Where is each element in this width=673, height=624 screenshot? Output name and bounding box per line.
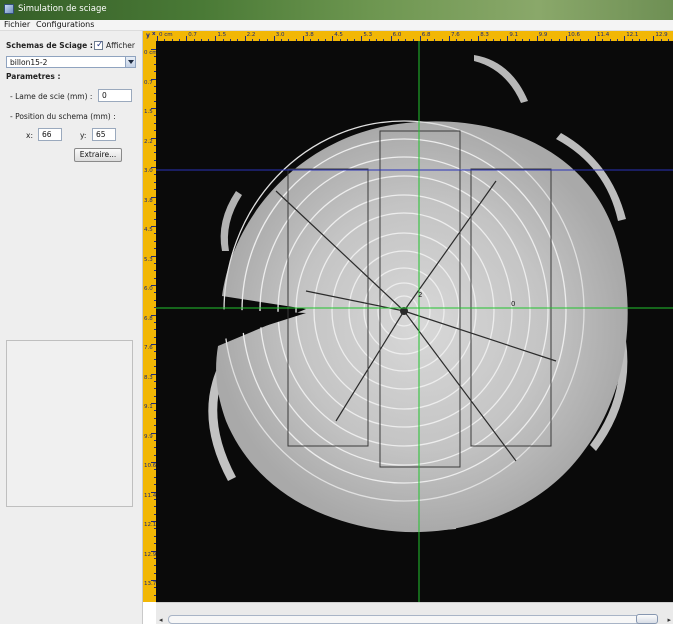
ruler-left-label: 7.6 — [144, 345, 153, 351]
preview-box — [6, 340, 133, 507]
y-value: 65 — [96, 130, 106, 139]
chevron-down-icon[interactable] — [125, 57, 135, 67]
ruler-corner: y x — [143, 31, 156, 41]
ruler-left-label: 3.0 — [144, 168, 153, 174]
ruler-left-label: 9.1 — [144, 404, 153, 410]
ruler-left-label: 8.3 — [144, 374, 153, 381]
center-mark-label: 2 — [418, 291, 422, 299]
ruler-top-label: 11.4 — [597, 32, 610, 38]
corner-x-label: x — [152, 31, 156, 37]
corner-y-label: y — [146, 32, 150, 39]
extract-button-label: Extraire... — [79, 150, 117, 159]
ruler-top-label: 2.2 — [246, 32, 256, 38]
position-label: - Position du schema (mm) : — [10, 112, 116, 121]
ruler-top-label: 3.8 — [305, 32, 314, 38]
check-icon: ✓ — [96, 40, 104, 50]
schemas-label: Schemas de Sciage : — [6, 41, 93, 50]
title-bar: Simulation de sciage — [0, 0, 673, 20]
ruler-left-label: 12.1 — [144, 522, 157, 528]
log-image-canvas[interactable]: 2 0 — [156, 41, 673, 602]
lame-label: - Lame de scie (mm) : — [10, 92, 93, 101]
ruler-left-label: 13.7 — [144, 581, 157, 587]
schema-select[interactable]: billon15-2 — [6, 56, 136, 68]
menu-fichier[interactable]: Fichier — [4, 20, 30, 29]
left-panel: Schemas de Sciage : ✓ Afficher billon15-… — [0, 31, 143, 624]
ruler-top-label: 7.6 — [451, 32, 460, 38]
menu-bar: Fichier Configurations — [0, 20, 673, 31]
ruler-top-label: 8.3 — [480, 32, 489, 38]
board-mark-label: 0 — [511, 300, 515, 308]
ruler-left-label: 10.6 — [144, 463, 157, 469]
window-title: Simulation de sciage — [18, 4, 107, 14]
arrow-right-icon[interactable]: ▸ — [667, 616, 671, 624]
ruler-top-label: 9.1 — [509, 32, 519, 38]
ruler-left-label: 12.9 — [144, 551, 157, 558]
afficher-checkbox[interactable]: ✓ — [94, 40, 104, 50]
y-input[interactable]: 65 — [92, 128, 116, 141]
ruler-top-label: 6.8 — [421, 32, 431, 38]
app-icon — [4, 4, 14, 14]
ruler-top-label: 4.5 — [334, 32, 343, 38]
menu-configurations[interactable]: Configurations — [36, 20, 94, 29]
arrow-left-icon[interactable]: ◂ — [159, 616, 163, 624]
ruler-top-label: 3.0 — [275, 32, 285, 38]
y-label: y: — [80, 131, 87, 140]
ruler-top-label: 9.9 — [538, 32, 548, 38]
ruler-left-label: 4.5 — [144, 227, 153, 233]
scroll-thumb[interactable] — [636, 614, 658, 624]
extract-button[interactable]: Extraire... — [74, 148, 122, 162]
x-input[interactable]: 66 — [38, 128, 62, 141]
lame-input[interactable]: 0 — [98, 89, 132, 102]
lame-value: 0 — [102, 91, 107, 100]
ruler-left-label: 1.5 — [144, 109, 153, 115]
ruler-left-label: 11.4 — [144, 492, 157, 499]
x-label: x: — [26, 131, 33, 140]
schema-select-value: billon15-2 — [10, 58, 48, 67]
log-cross-section: 2 0 — [156, 41, 673, 602]
ruler-left-label: 6.8 — [144, 315, 153, 322]
afficher-label: Afficher — [106, 41, 135, 50]
parametres-label: Parametres : — [6, 72, 61, 81]
ruler-top-label: 1.5 — [217, 32, 227, 38]
scroll-track[interactable] — [168, 615, 656, 624]
ruler-top-label: 0.7 — [188, 32, 197, 38]
ruler-left-label: 2.2 — [144, 138, 153, 145]
ruler-top-label: 12.1 — [626, 32, 639, 38]
bark-fragment — [474, 55, 528, 103]
horizontal-scrollbar[interactable]: ◂ ▸ — [156, 602, 673, 624]
ruler-top-label: 5.3 — [363, 32, 373, 38]
ruler-top-label: 6.0 — [392, 32, 402, 38]
ruler-left-label: 6.0 — [144, 286, 153, 292]
ruler-top-label: 10.6 — [567, 32, 581, 38]
ruler-left-label: 9.9 — [144, 433, 153, 440]
ruler-top-label: 0 cm — [159, 32, 173, 38]
ruler-top: 0 cm 0.7 1.5 2.2 3.0 3.8 4.5 5.3 6.0 6.8 7.6 8.3 9.1… — [143, 31, 673, 41]
ruler-left-label: 3.8 — [144, 197, 153, 204]
ruler-left: 0 cm 0.7 1.5 2.2 3.0 3.8 4.5 5.3 6.0 6.8 7.6 8.3 9.1… — [143, 41, 158, 602]
ruler-left-label: 0.7 — [144, 79, 153, 86]
x-value: 66 — [42, 130, 52, 139]
ruler-top-label: 12.9 — [655, 32, 668, 38]
ruler-left-label: 5.3 — [144, 256, 153, 263]
